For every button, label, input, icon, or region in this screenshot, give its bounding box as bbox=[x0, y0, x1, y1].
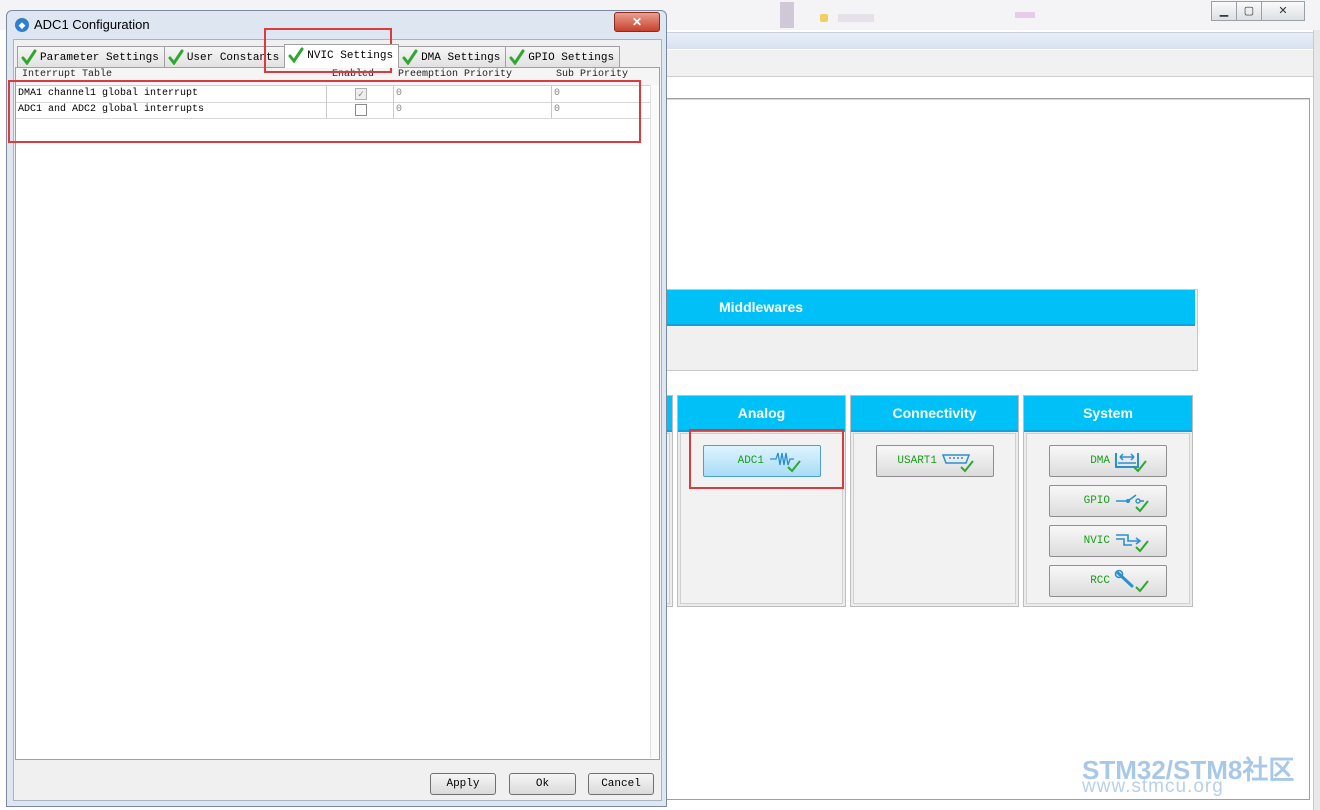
tab-bar: Parameter Settings User Constants NVIC S… bbox=[17, 44, 621, 68]
check-icon bbox=[402, 49, 418, 65]
nvic-label: NVIC bbox=[1083, 535, 1110, 547]
enabled-checkbox[interactable]: ✓ bbox=[355, 88, 367, 100]
rcc-label: RCC bbox=[1090, 575, 1110, 587]
tab-label: DMA Settings bbox=[421, 52, 501, 64]
column-interrupt-table: Interrupt Table bbox=[22, 69, 113, 80]
window-controls: ▁ ▢ ✕ bbox=[1211, 1, 1305, 21]
serial-port-icon bbox=[941, 454, 974, 473]
column-divider bbox=[393, 102, 394, 118]
preemption-priority-value[interactable]: 0 bbox=[396, 88, 402, 99]
cancel-button[interactable]: Cancel bbox=[588, 773, 654, 795]
tab-label: Parameter Settings bbox=[40, 52, 159, 64]
column-sub-priority: Sub Priority bbox=[556, 69, 629, 80]
dialog-title-bar[interactable]: ◆ ADC1 Configuration ✕ bbox=[7, 11, 666, 39]
dma-button[interactable]: DMA bbox=[1049, 445, 1167, 477]
middlewares-section: Middlewares bbox=[662, 289, 1198, 371]
middlewares-title: Middlewares bbox=[719, 299, 804, 315]
enabled-checkbox[interactable] bbox=[355, 104, 367, 116]
tab-label: NVIC Settings bbox=[307, 50, 394, 62]
usart1-label: USART1 bbox=[897, 455, 937, 467]
usart1-button[interactable]: USART1 bbox=[876, 445, 994, 477]
toolbar bbox=[660, 50, 1313, 77]
sub-priority-value[interactable]: 0 bbox=[554, 104, 560, 115]
sub-priority-value[interactable]: 0 bbox=[554, 88, 560, 99]
vertical-scrollbar[interactable] bbox=[650, 85, 659, 758]
blurred-title-element bbox=[780, 2, 794, 28]
check-icon bbox=[168, 49, 184, 65]
close-window-button[interactable]: ✕ bbox=[1261, 1, 1305, 21]
blurred-title-text bbox=[838, 14, 874, 22]
interrupt-name: DMA1 channel1 global interrupt bbox=[18, 88, 199, 99]
preemption-priority-value[interactable]: 0 bbox=[396, 104, 402, 115]
tab-gpio-settings[interactable]: GPIO Settings bbox=[505, 46, 621, 67]
interrupt-icon bbox=[1116, 534, 1149, 553]
adc1-button[interactable]: ADC1 bbox=[703, 445, 821, 477]
tab-parameter-settings[interactable]: Parameter Settings bbox=[17, 46, 165, 67]
column-preemption-priority: Preemption Priority bbox=[398, 69, 513, 80]
nvic-settings-panel: Interrupt Table Enabled Preemption Prior… bbox=[15, 67, 660, 760]
dma-icon bbox=[1115, 453, 1147, 473]
tab-label: GPIO Settings bbox=[528, 52, 615, 64]
apply-button[interactable]: Apply bbox=[430, 773, 496, 795]
tab-nvic-settings[interactable]: NVIC Settings bbox=[284, 44, 400, 68]
adc1-label: ADC1 bbox=[737, 455, 764, 467]
adc1-configuration-dialog: ◆ ADC1 Configuration ✕ Parameter Setting… bbox=[6, 10, 667, 807]
column-enabled: Enabled bbox=[332, 69, 375, 80]
category-connectivity-header: Connectivity bbox=[851, 396, 1018, 432]
watermark-url: www.stmcu.org bbox=[1082, 776, 1224, 797]
gpio-button[interactable]: GPIO bbox=[1049, 485, 1167, 517]
tab-user-constants[interactable]: User Constants bbox=[163, 46, 286, 67]
dialog-title: ADC1 Configuration bbox=[34, 17, 150, 32]
ok-button[interactable]: Ok bbox=[509, 773, 576, 795]
column-divider bbox=[326, 86, 327, 102]
blurred-title-icon bbox=[820, 14, 828, 22]
tab-dma-settings[interactable]: DMA Settings bbox=[398, 46, 507, 67]
dialog-close-button[interactable]: ✕ bbox=[614, 12, 660, 32]
check-icon bbox=[288, 47, 304, 63]
category-system-header: System bbox=[1024, 396, 1192, 432]
column-divider bbox=[551, 86, 552, 102]
app-icon: ◆ bbox=[15, 18, 29, 32]
column-divider bbox=[393, 86, 394, 102]
window-edge bbox=[1313, 30, 1320, 810]
blurred-title-mark bbox=[1015, 12, 1035, 18]
wrench-icon bbox=[1114, 569, 1149, 593]
category-connectivity: Connectivity bbox=[850, 395, 1019, 607]
minimize-button[interactable]: ▁ bbox=[1211, 1, 1237, 21]
maximize-button[interactable]: ▢ bbox=[1236, 1, 1262, 21]
column-divider bbox=[326, 102, 327, 118]
rcc-button[interactable]: RCC bbox=[1049, 565, 1167, 597]
check-icon bbox=[21, 49, 37, 65]
tab-label: User Constants bbox=[186, 52, 280, 64]
category-analog-header: Analog bbox=[678, 396, 845, 432]
interrupt-name: ADC1 and ADC2 global interrupts bbox=[18, 104, 205, 115]
column-divider bbox=[551, 102, 552, 118]
dialog-content: Parameter Settings User Constants NVIC S… bbox=[13, 39, 662, 801]
gpio-label: GPIO bbox=[1083, 495, 1110, 507]
category-analog: Analog bbox=[677, 395, 846, 607]
table-row[interactable]: DMA1 channel1 global interrupt ✓ 0 0 bbox=[16, 86, 659, 103]
nvic-button[interactable]: NVIC bbox=[1049, 525, 1167, 557]
switch-icon bbox=[1116, 494, 1149, 513]
table-header: Interrupt Table Enabled Preemption Prior… bbox=[16, 68, 659, 86]
dma-label: DMA bbox=[1090, 455, 1110, 467]
middlewares-header: Middlewares bbox=[663, 290, 1195, 326]
waveform-icon bbox=[770, 452, 801, 473]
menu-bar bbox=[660, 32, 1313, 49]
check-icon bbox=[509, 49, 525, 65]
table-row[interactable]: ADC1 and ADC2 global interrupts 0 0 bbox=[16, 102, 659, 119]
